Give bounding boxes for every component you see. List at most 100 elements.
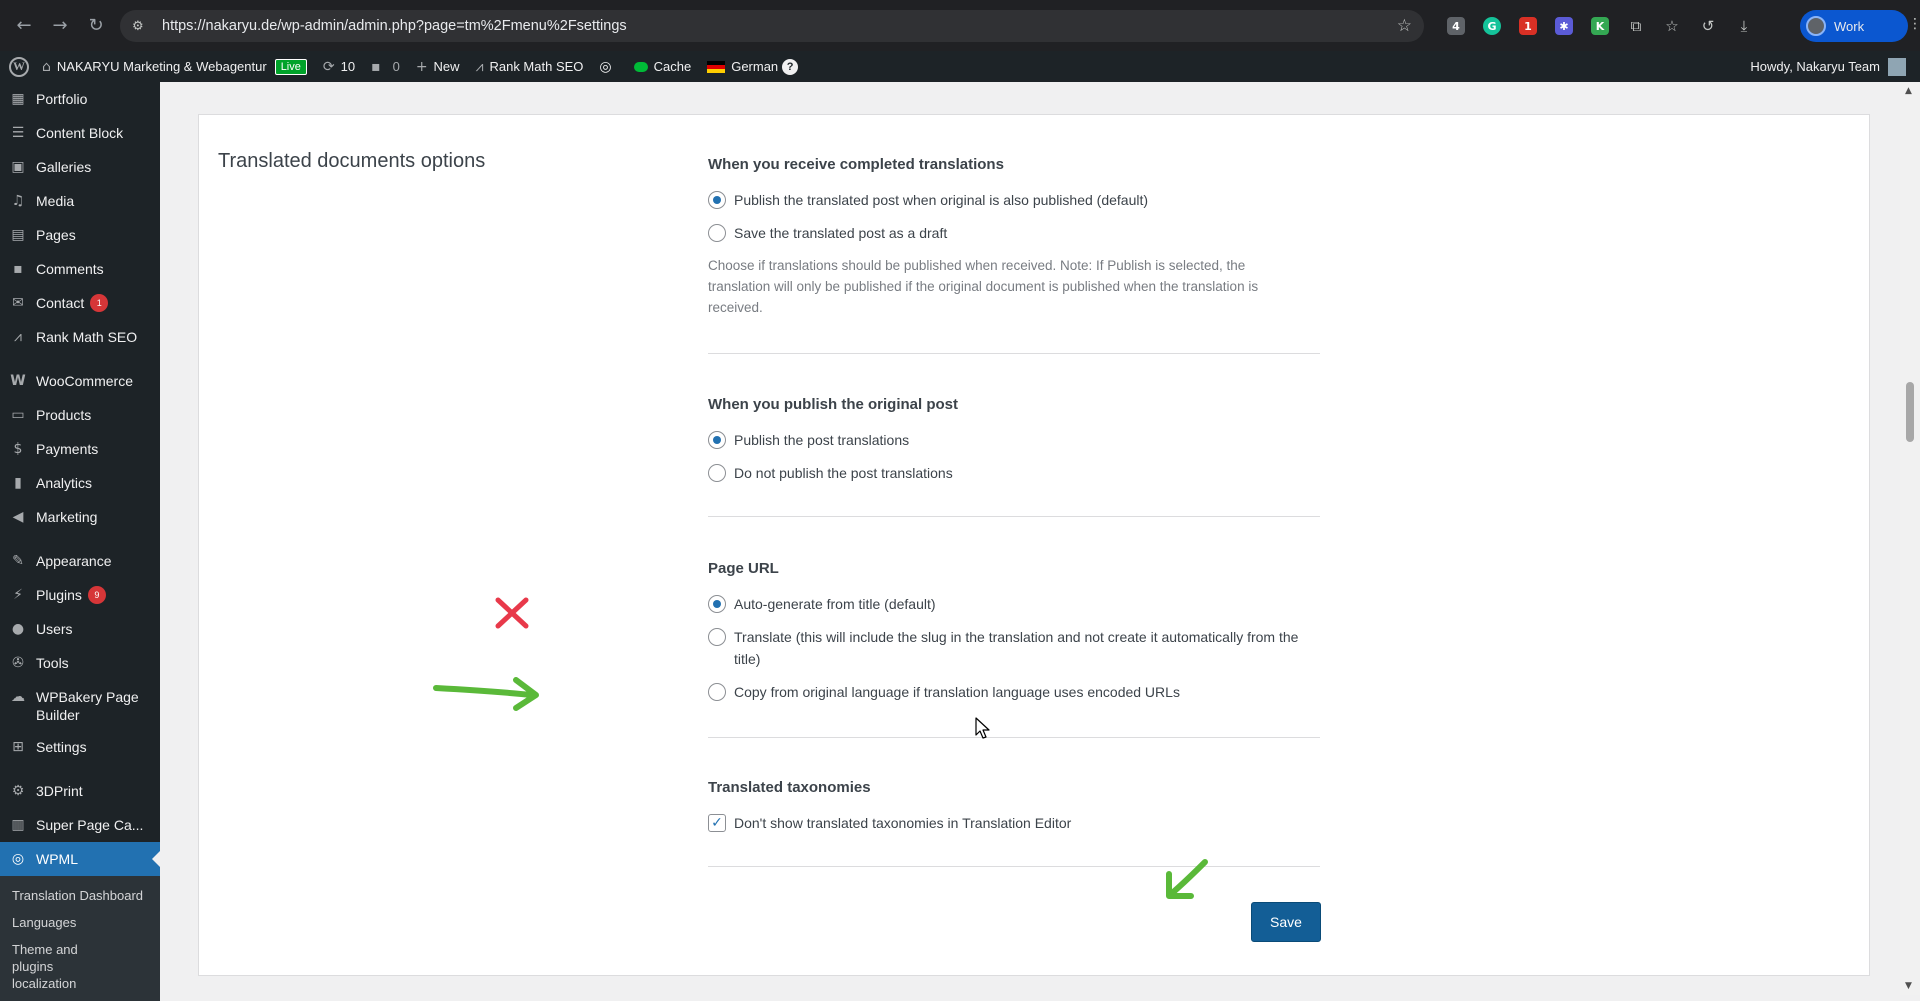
option-copy-from-original-language[interactable]: Copy from original language if translati… [708,681,1320,703]
help-icon[interactable]: ? [782,58,799,75]
pages-icon: ▤ [11,227,25,243]
site-name-link[interactable]: ⌂ NAKARYU Marketing & Webagentur Live [34,51,315,82]
sidebar-item-pages[interactable]: ▤ Pages [0,218,160,252]
sidebar-item-marketing[interactable]: ◀ Marketing [0,500,160,534]
option-save-as-draft[interactable]: Save the translated post as a draft [708,222,1320,244]
sidebar-item-woocommerce[interactable]: W WooCommerce [0,364,160,398]
language-switcher[interactable]: German ? [699,51,806,82]
sidebar-item-comments[interactable]: ▪ Comments [0,252,160,286]
history-icon[interactable]: ↺ [1690,10,1726,42]
group-title: Page URL [708,560,779,577]
cache-label: Cache [653,59,692,74]
url-text[interactable]: https://nakaryu.de/wp-admin/admin.php?pa… [162,18,627,34]
scroll-up-icon[interactable]: ▲ [1905,86,1912,96]
rankmath-label: Rank Math SEO [489,59,584,74]
radio-button[interactable] [708,464,726,482]
sidebar-item-contact[interactable]: ✉ Contact 1 [0,286,160,320]
profile-button[interactable]: Work [1800,10,1908,42]
german-flag-icon [707,60,726,73]
comments-link[interactable]: ▪ 0 [363,51,408,82]
site-settings-icon[interactable]: ⚙ [132,19,152,34]
radio-button[interactable] [708,683,726,701]
extension-red-icon[interactable]: 1 [1510,10,1546,42]
browser-menu-icon[interactable]: ⋮ [1908,16,1920,32]
sidebar-item-products[interactable]: ▭ Products [0,398,160,432]
tools-icon: ✇ [12,655,24,671]
sidebar-item-label: Super Page Ca... [36,817,144,833]
forward-icon[interactable]: → [42,8,78,44]
sidebar-item-settings[interactable]: ⊞ Settings [0,730,160,764]
option-do-not-publish-translations[interactable]: Do not publish the post translations [708,462,1320,484]
mouse-cursor-icon [975,717,990,739]
extensions-puzzle-icon[interactable]: ⧉ [1618,10,1654,42]
submenu-languages[interactable]: Languages [0,909,160,936]
updates-count: 10 [340,59,356,74]
download-icon[interactable]: ⤓ [1726,10,1762,42]
divider [708,353,1320,354]
rankmath-link[interactable]: ⩘ Rank Math SEO [468,51,592,82]
submenu-theme-plugins-localization[interactable]: Theme and plugins localization [0,936,125,997]
sidebar-item-wpml[interactable]: ◎ WPML [0,842,160,876]
media-icon: ♫ [11,193,25,209]
sidebar-item-label: 3DPrint [36,783,83,799]
extension-purple-icon[interactable]: ✱ [1546,10,1582,42]
checkmark-icon[interactable]: ✓ [708,814,726,832]
red-x-annotation-icon [495,597,529,629]
contact-badge: 1 [90,294,109,312]
divider [708,866,1320,867]
site-name: NAKARYU Marketing & Webagentur [56,59,267,74]
extension-k-icon[interactable]: K [1582,10,1618,42]
divider [708,737,1320,738]
radio-button[interactable] [708,628,726,646]
save-button[interactable]: Save [1251,902,1321,942]
bookmark-star-icon[interactable]: ☆ [1397,16,1412,36]
sidebar-item-super-page-cache[interactable]: ▥ Super Page Ca... [0,808,160,842]
sidebar-item-portfolio[interactable]: ▦ Portfolio [0,82,160,116]
sidebar-item-content-block[interactable]: ☰ Content Block [0,116,160,150]
grammarly-icon[interactable]: G [1474,10,1510,42]
sidebar-item-users[interactable]: ● Users [0,612,160,646]
sidebar-item-plugins[interactable]: ⚡ Plugins 9 [0,578,160,612]
settings-icon: ⊞ [12,739,24,755]
wordpress-logo-icon[interactable]: W [4,51,34,82]
back-icon[interactable]: ← [6,8,42,44]
extension-icon[interactable]: 4 [1438,10,1474,42]
address-bar[interactable]: ⚙ https://nakaryu.de/wp-admin/admin.php?… [120,10,1424,42]
sidebar-item-3dprint[interactable]: ⚙ 3DPrint [0,774,160,808]
sidebar-item-label: WooCommerce [36,373,133,389]
sidebar-item-tools[interactable]: ✇ Tools [0,646,160,680]
payments-icon: $ [13,441,23,457]
reload-icon[interactable]: ↻ [78,8,114,44]
option-translate-slug[interactable]: Translate (this will include the slug in… [708,626,1320,670]
sidebar-item-label: Comments [36,261,104,277]
sidebar-item-rank-math[interactable]: ⩘ Rank Math SEO [0,320,160,354]
woocommerce-icon: W [10,373,26,389]
sidebar-item-analytics[interactable]: ▮ Analytics [0,466,160,500]
radio-button[interactable] [708,595,726,613]
bookmarks-icon[interactable]: ☆ [1654,10,1690,42]
radio-button[interactable] [708,431,726,449]
radio-button[interactable] [708,224,726,242]
sidebar-item-appearance[interactable]: ✎ Appearance [0,544,160,578]
scroll-down-icon[interactable]: ▼ [1905,981,1912,991]
updates-link[interactable]: ⟳ 10 [315,51,363,82]
submenu-translation-dashboard[interactable]: Translation Dashboard [0,882,160,909]
option-hide-translated-taxonomies[interactable]: ✓ Don't show translated taxonomies in Tr… [708,812,1320,834]
sidebar-item-label: Products [36,407,92,423]
sidebar-item-media[interactable]: ♫ Media [0,184,160,218]
scroll-thumb[interactable] [1906,382,1914,442]
cache-link[interactable]: Cache [626,51,700,82]
wpml-adminbar-link[interactable]: ◎ [591,51,625,82]
page-scrollbar[interactable]: ▲ ▼ [1900,82,1920,995]
sidebar-item-payments[interactable]: $ Payments [0,432,160,466]
sidebar-item-wpbakery[interactable]: ☁ WPBakery Page Builder [0,680,160,730]
account-menu[interactable]: Howdy, Nakaryu Team [1750,51,1906,82]
sidebar-item-galleries[interactable]: ▣ Galleries [0,150,160,184]
appearance-icon: ✎ [12,553,24,569]
wp-admin-bar: W ⌂ NAKARYU Marketing & Webagentur Live … [0,51,1920,82]
option-publish-when-original-published[interactable]: Publish the translated post when origina… [708,189,1320,211]
option-auto-generate-from-title[interactable]: Auto-generate from title (default) [708,593,1320,615]
new-content-link[interactable]: + New [408,51,468,82]
radio-button[interactable] [708,191,726,209]
option-publish-translations[interactable]: Publish the post translations [708,429,1320,451]
